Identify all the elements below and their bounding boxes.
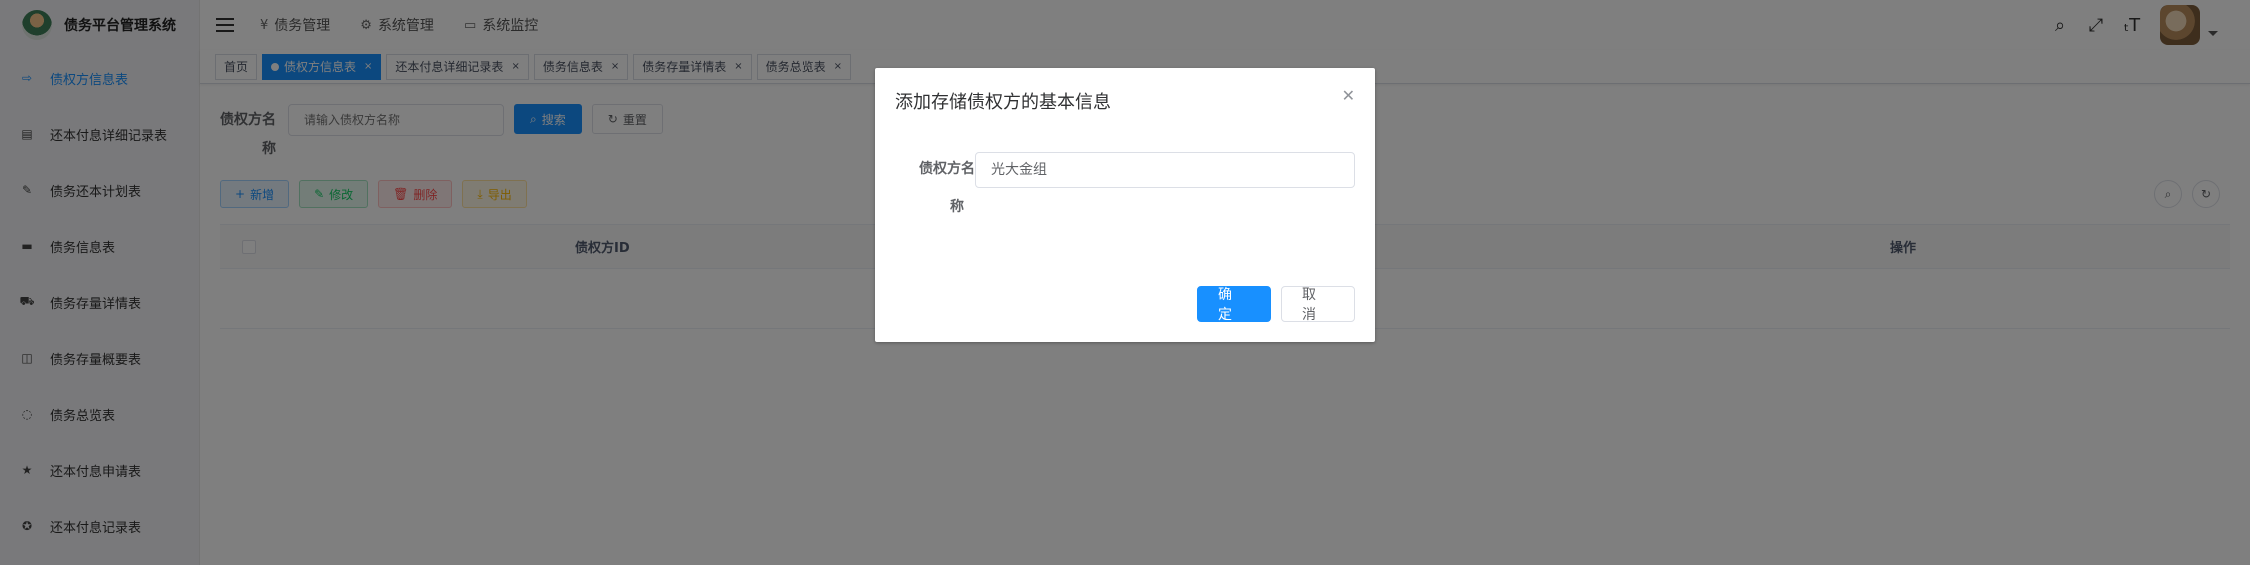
creditor-name-label-wrap: 称 <box>950 199 964 215</box>
dialog-title: 添加存储债权方的基本信息 <box>895 92 1111 113</box>
cancel-button[interactable]: 取 消 <box>1281 286 1355 323</box>
creditor-name-label: 债权方名 <box>919 161 975 177</box>
creditor-name-input[interactable]: 光大金组 <box>975 152 1355 188</box>
confirm-button[interactable]: 确 定 <box>1197 286 1271 323</box>
add-creditor-dialog: 添加存储债权方的基本信息 ✕ 债权方名 称 光大金组 确 定 取 消 <box>875 68 1375 342</box>
close-icon[interactable]: ✕ <box>1342 86 1355 105</box>
